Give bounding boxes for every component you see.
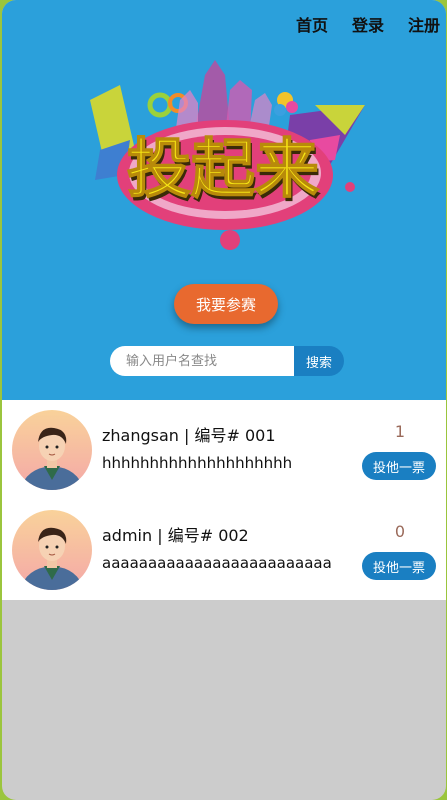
vote-count: 0 <box>394 522 406 541</box>
vote-button[interactable]: 投他一票 <box>362 552 436 580</box>
vote-button[interactable]: 投他一票 <box>362 452 436 480</box>
contestant-title: zhangsan | 编号# 001 <box>102 426 276 445</box>
contestant-list: zhangsan | 编号# 001 hhhhhhhhhhhhhhhhhhhh … <box>2 400 446 600</box>
username-search-input[interactable] <box>110 346 294 376</box>
contestant-row: zhangsan | 编号# 001 hhhhhhhhhhhhhhhhhhhh … <box>2 400 446 500</box>
contestant-title: admin | 编号# 002 <box>102 526 249 545</box>
search-bar: 搜索 <box>110 346 344 376</box>
contestant-avatar <box>12 410 92 490</box>
nav-login-link[interactable]: 登录 <box>352 12 384 36</box>
contestant-description: aaaaaaaaaaaaaaaaaaaaaaaaa <box>102 554 332 572</box>
vote-banner-logo: 投起来 投起来 <box>90 60 365 250</box>
vote-count: 1 <box>394 422 406 441</box>
person-avatar-icon <box>12 410 92 490</box>
contestant-avatar <box>12 510 92 590</box>
contestant-row: admin | 编号# 002 aaaaaaaaaaaaaaaaaaaaaaaa… <box>2 500 446 600</box>
nav-register-link[interactable]: 注册 <box>408 12 440 36</box>
person-avatar-icon <box>12 510 92 590</box>
top-nav: 首页 登录 注册 <box>296 12 440 36</box>
join-contest-button[interactable]: 我要参赛 <box>174 284 278 324</box>
svg-text:投起来: 投起来 <box>127 132 319 207</box>
page-frame: 首页 登录 注册 投起来 投起来 我要参赛 输入用户名查找 搜索 zhangsa… <box>2 0 446 800</box>
hero-section: 首页 登录 注册 投起来 投起来 我要参赛 输入用户名查找 搜索 <box>2 0 446 400</box>
nav-home-link[interactable]: 首页 <box>296 12 328 36</box>
contestant-description: hhhhhhhhhhhhhhhhhhhh <box>102 454 293 472</box>
search-button[interactable]: 搜索 <box>294 346 344 376</box>
